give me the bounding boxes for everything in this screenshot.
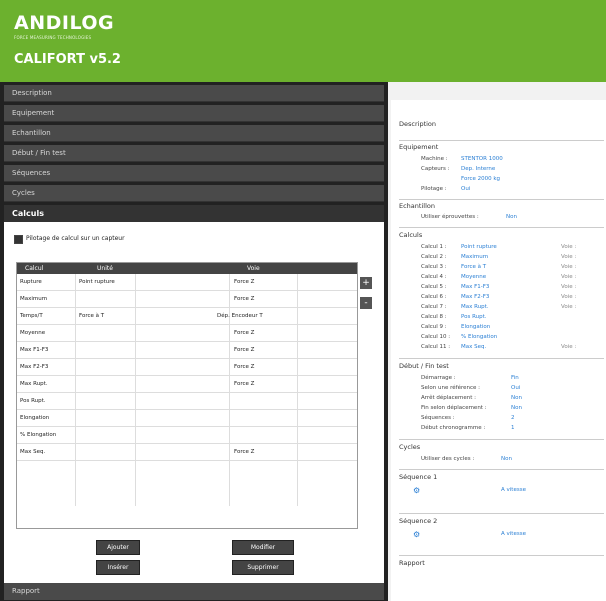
table-row[interactable]: Max F1-F3 Force Z xyxy=(17,342,357,359)
modifier-button[interactable]: Modifier xyxy=(232,540,294,555)
move-up-button[interactable]: + xyxy=(360,277,372,289)
summary-equipement-title: Equipement xyxy=(399,143,439,151)
summary-cycles-title: Cycles xyxy=(399,443,421,451)
table-row[interactable]: Maximum Force Z xyxy=(17,291,357,308)
accordion-equipement[interactable]: Equipement xyxy=(4,105,384,122)
inserer-button[interactable]: Insérer xyxy=(96,560,140,575)
summary-seq2-title: Séquence 2 xyxy=(399,517,438,525)
table-row[interactable]: Pos Rupt. xyxy=(17,393,357,410)
supprimer-button[interactable]: Supprimer xyxy=(232,560,294,575)
accordion-echantillon[interactable]: Echantillon xyxy=(4,125,384,142)
summary-column: Description Equipement Machine : STENTOR… xyxy=(388,82,606,601)
table-header: Calcul Unité Voie xyxy=(17,263,357,274)
pilotage-checkbox[interactable] xyxy=(14,235,23,244)
ajouter-button[interactable]: Ajouter xyxy=(96,540,140,555)
table-row[interactable]: Temps/T Force à T Dép. Encodeur T xyxy=(17,308,357,325)
gear-icon: ⚙ xyxy=(413,486,421,495)
col-header-calcul: Calcul xyxy=(25,265,44,272)
summary-debut-fin-title: Début / Fin test xyxy=(399,362,449,370)
table-row[interactable]: Elongation xyxy=(17,410,357,427)
accordion-sequences[interactable]: Séquences xyxy=(4,165,384,182)
summary-calculs-title: Calculs xyxy=(399,231,423,239)
accordion-cycles[interactable]: Cycles xyxy=(4,185,384,202)
accordion-calculs[interactable]: Calculs xyxy=(4,205,384,222)
pilotage-checkbox-label: Pilotage de calcul sur un capteur xyxy=(26,235,125,242)
left-column: Description Equipement Echantillon Début… xyxy=(0,82,388,601)
table-row[interactable]: % Elongation xyxy=(17,427,357,444)
accordion-debut-fin[interactable]: Début / Fin test xyxy=(4,145,384,162)
summary-echantillon-title: Echantillon xyxy=(399,202,435,210)
summary-panel: Description Equipement Machine : STENTOR… xyxy=(391,100,606,601)
table-row[interactable]: Rupture Point rupture Force Z xyxy=(17,274,357,291)
logo-tagline: FORCE MEASURING TECHNOLOGIES xyxy=(14,35,92,40)
col-header-voie: Voie xyxy=(247,265,260,272)
accordion-rapport[interactable]: Rapport xyxy=(4,583,384,600)
table-row[interactable]: Moyenne Force Z xyxy=(17,325,357,342)
summary-rapport-title: Rapport xyxy=(399,559,425,567)
calculs-table: Calcul Unité Voie Rupture Point rupture … xyxy=(16,262,358,529)
table-row[interactable]: Max Rupt. Force Z xyxy=(17,376,357,393)
app-title: CALIFORT v5.2 xyxy=(14,52,121,67)
summary-header: Description xyxy=(399,120,437,128)
move-down-button[interactable]: - xyxy=(360,297,372,309)
gear-icon: ⚙ xyxy=(413,530,421,539)
table-row[interactable]: Max Seq. Force Z xyxy=(17,444,357,461)
summary-seq1-title: Séquence 1 xyxy=(399,473,438,481)
andilog-logo: ANDILOG xyxy=(14,12,115,34)
app-header: ANDILOG FORCE MEASURING TECHNOLOGIES CAL… xyxy=(0,0,606,82)
col-header-unite: Unité xyxy=(97,265,113,272)
calculs-panel: Pilotage de calcul sur un capteur Calcul… xyxy=(4,222,384,583)
accordion-description[interactable]: Description xyxy=(4,85,384,102)
table-row[interactable]: Max F2-F3 Force Z xyxy=(17,359,357,376)
